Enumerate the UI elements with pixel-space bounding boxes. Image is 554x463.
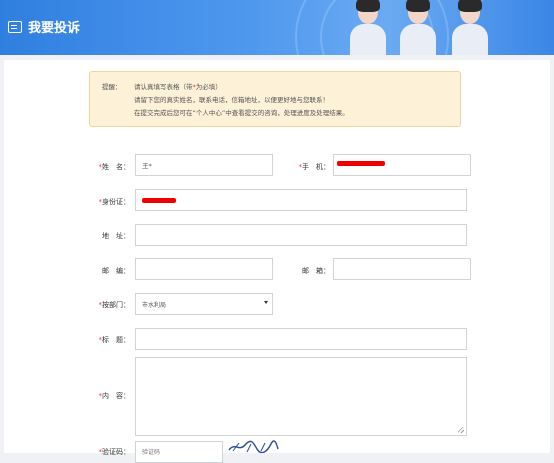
id-card-input[interactable]	[135, 189, 467, 211]
captcha-input[interactable]	[135, 441, 223, 463]
content-label: *内 容：	[98, 392, 131, 400]
name-label: *姓 名：	[98, 163, 131, 171]
subject-input[interactable]	[135, 328, 467, 350]
page-header: 我要投诉	[0, 0, 554, 55]
redaction-mark	[337, 161, 385, 166]
redaction-mark	[142, 198, 176, 203]
department-label: *按部门：	[98, 301, 131, 309]
id-card-label: *身份证：	[98, 198, 131, 206]
notice-box: 提醒： 请认真填写表格（带*为必填） 请留下您的真实姓名，联系电话，信箱地址，以…	[89, 71, 461, 127]
resize-handle-icon[interactable]	[458, 427, 464, 433]
address-label: 地 址：	[102, 232, 130, 240]
notice-line-3: 在提交完成后您可在“个人中心”中查看提交的咨询，处理进度及处理结果。	[134, 109, 349, 117]
content-textarea[interactable]	[135, 357, 467, 436]
postcode-input[interactable]	[135, 258, 273, 280]
department-select[interactable]: 市水利局	[135, 293, 273, 315]
message-icon	[8, 20, 22, 33]
dropdown-arrow-icon	[264, 301, 268, 304]
notice-line-1: 请认真填写表格（带*为必填）	[134, 83, 222, 91]
department-selected-value: 市水利局	[142, 301, 167, 309]
notice-label: 提醒：	[102, 83, 122, 91]
banner-person-image	[348, 0, 388, 55]
name-input[interactable]: 王*	[135, 154, 273, 176]
subject-label: *标 题：	[98, 336, 131, 344]
banner-person-image	[450, 0, 490, 55]
postcode-label: 邮 编：	[102, 267, 130, 275]
page-title: 我要投诉	[8, 17, 80, 36]
email-label: 邮 箱：	[302, 267, 330, 275]
captcha-label: *验证码：	[98, 448, 131, 456]
email-input[interactable]	[333, 258, 471, 280]
phone-label: *手 机：	[298, 163, 331, 171]
address-input[interactable]	[135, 224, 467, 246]
banner-person-image	[398, 0, 438, 55]
captcha-image[interactable]	[227, 440, 279, 453]
notice-line-2: 请留下您的真实姓名，联系电话，信箱地址，以便更好地与您联系！	[134, 96, 329, 104]
